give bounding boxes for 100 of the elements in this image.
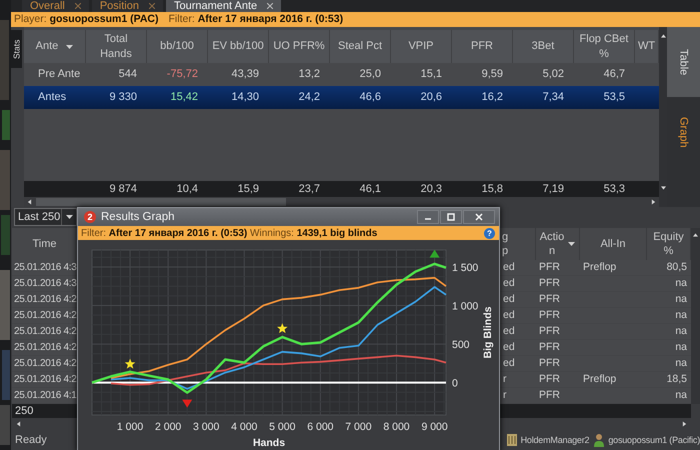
- table-cell-text: 15,42: [169, 90, 199, 105]
- scroll-right-icon: [651, 199, 656, 205]
- table-cell-text: ed: [502, 292, 516, 307]
- column-header[interactable]: g p: [500, 228, 536, 260]
- maximize-button[interactable]: [440, 210, 462, 224]
- scroll-left-icon: [27, 199, 32, 205]
- total-cell-text: 53,3: [602, 182, 626, 197]
- tick-label: 3 000: [193, 421, 220, 433]
- table-cell-text: na: [674, 308, 688, 323]
- status-text: Ready: [14, 434, 47, 446]
- tick-label: 8 000: [383, 421, 410, 433]
- table-cell-text: 46,7: [602, 67, 626, 82]
- table-cell-text: 24,2: [298, 90, 321, 105]
- table-cell-text: 544: [118, 67, 138, 82]
- table-cell-text: 14,30: [230, 90, 260, 105]
- table-cell-text: PFR: [538, 276, 561, 291]
- tick-label: 5 000: [269, 421, 296, 433]
- table-cell-text: r: [502, 388, 508, 403]
- axis-title: Hands: [252, 437, 286, 449]
- scrollbar[interactable]: [691, 228, 700, 404]
- table-cell-text: 25.01.2016 4:2: [13, 372, 78, 387]
- side-tab[interactable]: Stats: [11, 30, 22, 68]
- column-header[interactable]: Time: [12, 228, 78, 260]
- table-cell-text: ed: [502, 324, 516, 339]
- table-cell-text: 9 330: [108, 90, 138, 105]
- app-name: HoldemManager2: [520, 434, 590, 445]
- total-cell-text: 7,19: [542, 182, 565, 197]
- column-header[interactable]: PFR: [452, 30, 513, 63]
- table-cell-text: Preflop: [582, 260, 618, 275]
- table-cell-text: 25.01.2016 4:1: [13, 388, 78, 403]
- column-header[interactable]: Total Hands: [86, 30, 147, 63]
- column-header[interactable]: UO PFR%: [269, 30, 330, 63]
- column-header[interactable]: Ante: [24, 30, 86, 63]
- column-header[interactable]: Actio n: [536, 228, 580, 260]
- tick-label: 2 000: [155, 421, 182, 433]
- caret-icon: [568, 242, 576, 246]
- table-cell-text: PFR: [538, 260, 561, 275]
- column-header[interactable]: bb/100: [147, 30, 208, 63]
- tab[interactable]: Tournament Ante: [166, 0, 282, 12]
- table-cell-text: na: [674, 340, 688, 355]
- total-cell-text: 9 874: [108, 182, 138, 197]
- close-icon: [267, 3, 274, 9]
- table-cell-text: 25.01.2016 4:2: [13, 292, 78, 307]
- column-header[interactable]: EV bb/100: [208, 30, 269, 63]
- total-cell-text: 23,7: [298, 182, 321, 197]
- table-cell-text: na: [674, 356, 688, 371]
- app-icon: [506, 432, 518, 447]
- scroll-right-icon: [682, 420, 687, 427]
- table-cell-text: 20,6: [420, 90, 443, 105]
- user-icon: [593, 432, 606, 447]
- minimize-button[interactable]: [417, 210, 439, 224]
- total-cell-text: 10,4: [176, 182, 199, 197]
- table-cell-text: 13,2: [298, 67, 321, 82]
- tick-label: 6 000: [307, 421, 334, 433]
- table-cell-text: 53,5: [602, 90, 626, 105]
- column-header[interactable]: Flop CBet %: [574, 30, 635, 63]
- scroll-left-icon: [16, 420, 21, 427]
- total-cell-text: 15,8: [480, 182, 504, 197]
- close-button[interactable]: [463, 210, 495, 224]
- table-cell-text: PFR: [538, 308, 561, 323]
- tick-label: 0: [452, 378, 458, 390]
- tab[interactable]: Overall: [22, 0, 89, 12]
- column-header[interactable]: Steal Pct: [330, 30, 391, 63]
- table-cell-text: PFR: [538, 388, 561, 403]
- scroll-thumb[interactable]: [36, 198, 286, 206]
- table-cell-text: 18,5: [666, 372, 688, 387]
- tab[interactable]: Position: [92, 0, 163, 12]
- tick-label: 7 000: [345, 421, 372, 433]
- table-cell-text: 9,59: [480, 67, 504, 82]
- column-header[interactable]: VPIP: [391, 30, 452, 63]
- table-row[interactable]: Antes 9 330 15,42 14,30 24,2 46,6 20,6 16,2 7,34 53,5: [24, 86, 659, 109]
- column-header[interactable]: 3Bet: [513, 30, 574, 63]
- table-cell-text: na: [674, 388, 688, 403]
- caret-icon: [66, 215, 72, 220]
- table-cell-text: na: [674, 324, 688, 339]
- side-tab[interactable]: Table: [667, 27, 700, 97]
- help-button[interactable]: ?: [484, 228, 495, 238]
- total-cell-text: 20,3: [420, 182, 443, 197]
- table-cell-text: ed: [502, 356, 516, 371]
- player-name: gosuopossum1 (Pacific): [608, 434, 700, 445]
- close-icon: [74, 3, 81, 9]
- table-cell-text: -75,72: [166, 67, 199, 82]
- column-header[interactable]: WT: [635, 30, 659, 63]
- column-header[interactable]: All-In: [580, 228, 647, 260]
- tick-label: 4 000: [231, 421, 258, 433]
- close-icon: [475, 213, 483, 221]
- tick-label: 500: [452, 339, 470, 352]
- scrollbar[interactable]: [659, 27, 667, 207]
- hands-filter-dropdown[interactable]: Last 250: [14, 208, 77, 226]
- table-cell-text: 15,1: [420, 67, 443, 82]
- window-title: Results Graph: [101, 211, 175, 223]
- scrollbar[interactable]: [24, 197, 659, 207]
- table-cell-text: Antes: [37, 90, 68, 105]
- axis-title: Big Blinds: [482, 306, 494, 358]
- close-icon: [148, 3, 155, 9]
- column-header[interactable]: Equity %: [647, 228, 691, 260]
- table-cell-text: ed: [502, 260, 516, 275]
- caret-icon: [66, 44, 74, 48]
- tick-label: 1 500: [452, 262, 478, 274]
- table-cell-text: PFR: [538, 340, 561, 355]
